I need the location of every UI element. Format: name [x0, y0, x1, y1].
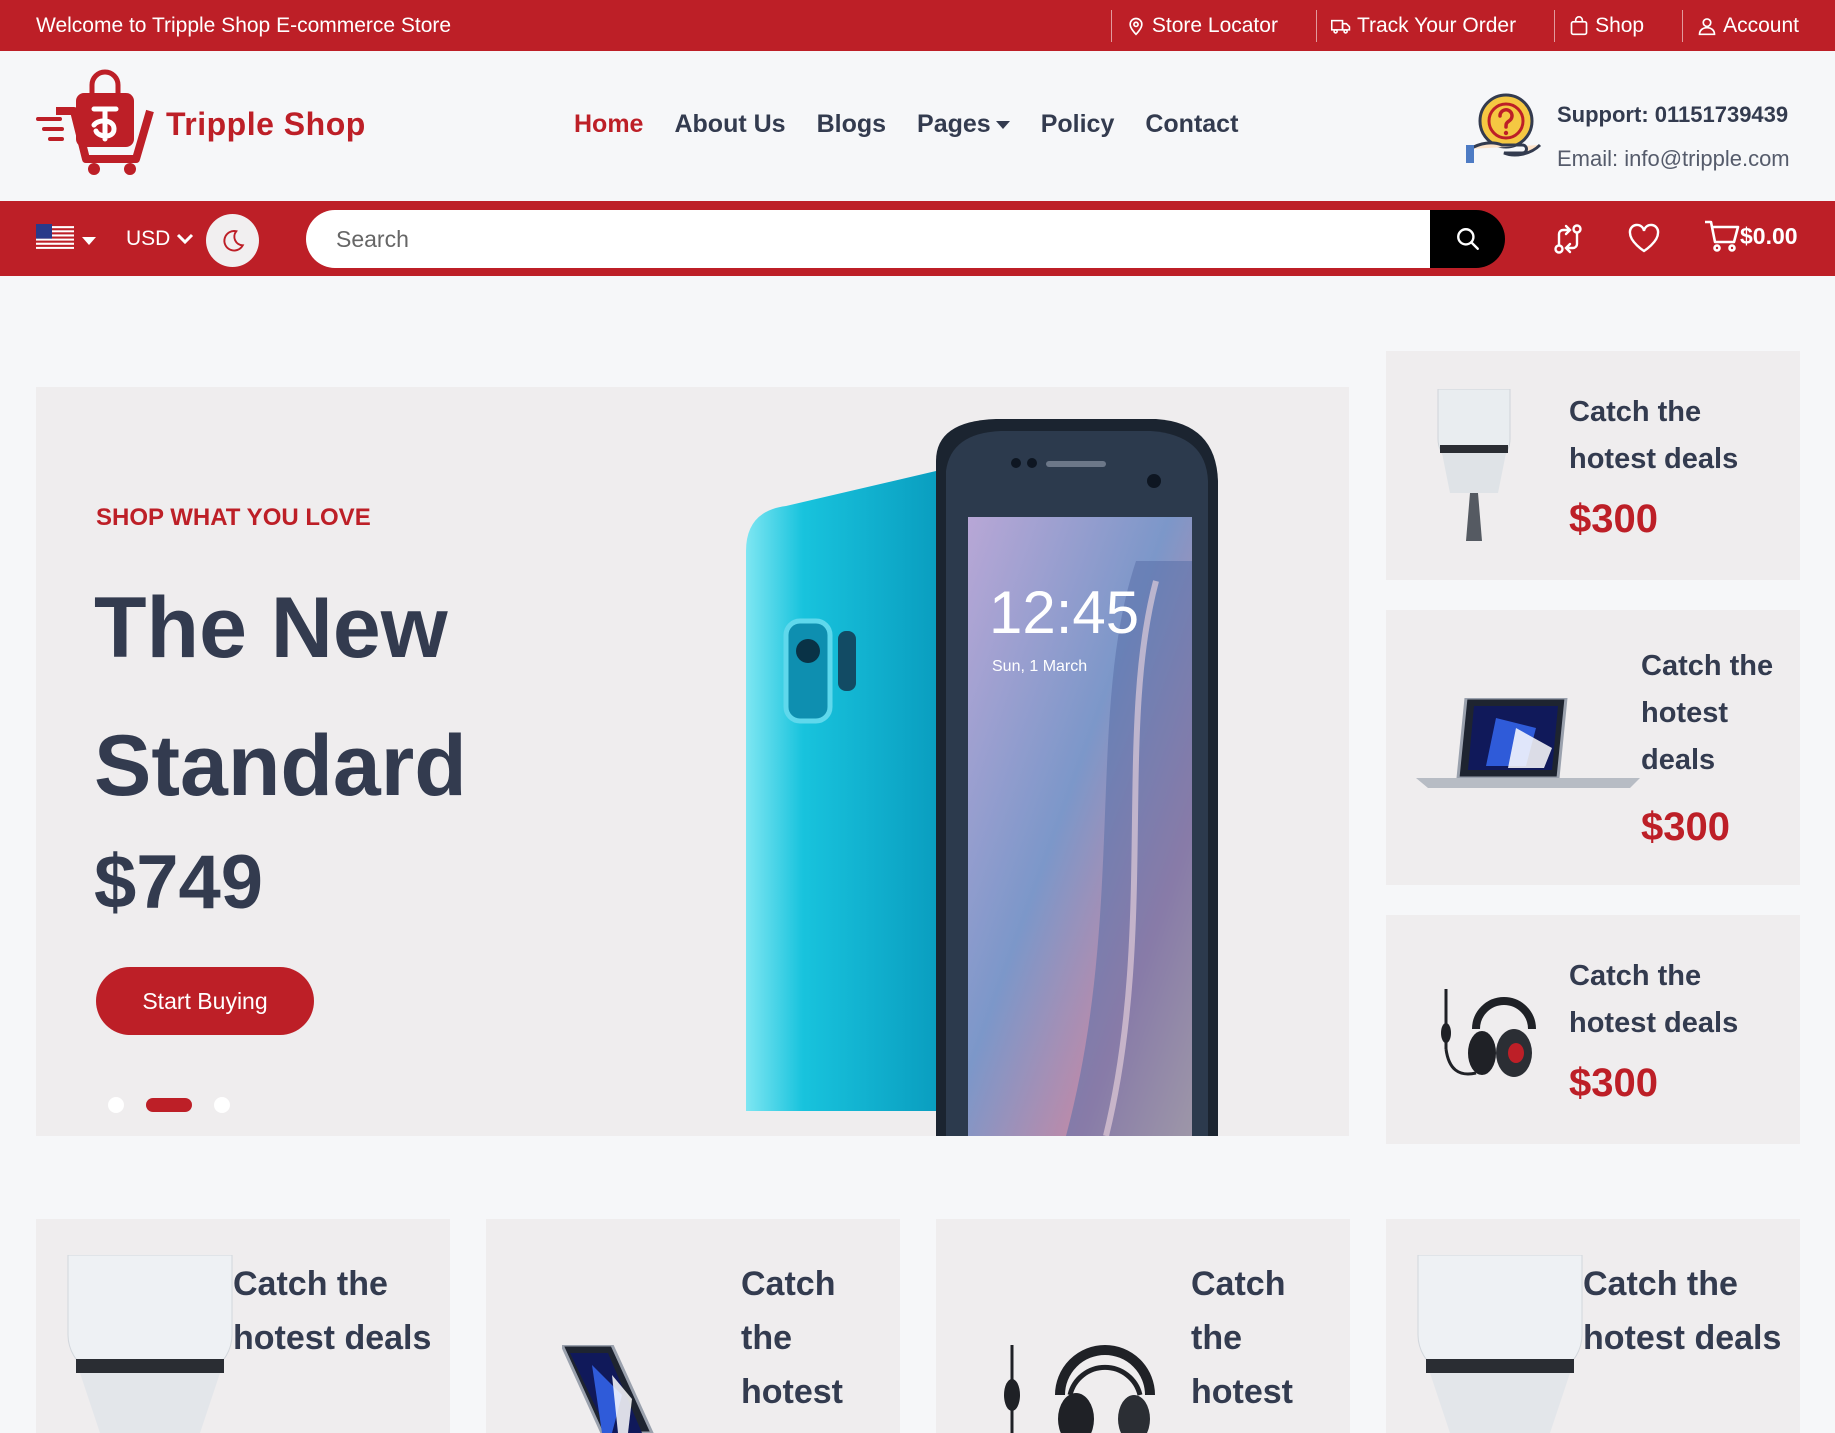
headphones-product-image	[1441, 989, 1536, 1077]
shop-link[interactable]: Shop	[1555, 14, 1682, 38]
deal-title: Catch the hotest deals	[1641, 650, 1774, 776]
search-input[interactable]	[306, 210, 1430, 268]
deal-card-laptop[interactable]: Catch the hotest deals $300	[1386, 610, 1800, 885]
phone-clock: 12:45	[989, 579, 1139, 646]
deal-card-headphones[interactable]: Catch the hotest deals $300	[1386, 915, 1800, 1144]
user-icon	[1698, 17, 1716, 35]
slider-dot-3[interactable]	[214, 1097, 230, 1113]
deal-price: $300	[1569, 497, 1658, 541]
speaker-product-image	[67, 1255, 233, 1433]
nav-contact[interactable]: Contact	[1145, 110, 1238, 139]
support-email: Email: info@tripple.com	[1557, 146, 1790, 171]
deal-title: Catch the hotest deals	[1569, 396, 1739, 475]
language-caret-icon[interactable]	[82, 237, 96, 245]
hero-price: $749	[94, 840, 264, 925]
start-buying-button[interactable]: Start Buying	[96, 967, 314, 1035]
chevron-down-icon	[995, 121, 1010, 130]
brand-logo[interactable]: Tripple Shop	[36, 69, 366, 179]
welcome-text: Welcome to Tripple Shop E-commerce Store	[36, 14, 452, 37]
search-toolbar: USD $0.00	[0, 201, 1835, 276]
shopping-bag-icon	[1570, 15, 1588, 35]
truck-icon	[1330, 19, 1351, 34]
slider-dots	[108, 1097, 230, 1113]
hero-kicker: SHOP WHAT YOU LOVE	[96, 504, 371, 531]
us-flag-icon[interactable]	[36, 224, 74, 251]
cart-icon	[1705, 220, 1740, 252]
support-phone: Support: 01151739439	[1557, 102, 1789, 127]
moon-icon	[222, 229, 244, 251]
main-nav: Home About Us Blogs Pages Policy Contact	[574, 110, 1238, 139]
dark-mode-toggle[interactable]	[206, 214, 259, 267]
brand-name: Tripple Shop	[166, 105, 366, 142]
chevron-down-icon	[177, 233, 194, 245]
promo-title: Catch the hotest deals	[233, 1265, 432, 1357]
promo-title: Catch the hotest	[741, 1265, 843, 1411]
headphones-product-image	[1004, 1345, 1155, 1433]
heart-icon[interactable]	[1627, 222, 1661, 256]
hero-slider: SHOP WHAT YOU LOVE The New Standard $749…	[36, 387, 1349, 1136]
compare-icon[interactable]	[1551, 222, 1585, 256]
top-links: Store Locator Track Your Order Shop Acco…	[1110, 0, 1799, 51]
top-bar: Welcome to Tripple Shop E-commerce Store…	[0, 0, 1835, 51]
support-help-icon	[1466, 93, 1542, 163]
laptop-product-image	[1416, 698, 1640, 788]
smartphone-product-image: 12:45 Sun, 1 March	[746, 419, 1218, 1136]
support-contact: Support: 01151739439 Email: info@tripple…	[1557, 93, 1790, 181]
deal-price: $300	[1569, 1061, 1658, 1105]
hero-title: The New Standard	[94, 580, 467, 814]
currency-selector[interactable]: USD	[126, 227, 194, 251]
account-link[interactable]: Account	[1683, 14, 1799, 38]
nav-blogs[interactable]: Blogs	[817, 110, 886, 139]
laptop-product-image	[562, 1345, 654, 1433]
nav-policy[interactable]: Policy	[1041, 110, 1115, 139]
cart-total: $0.00	[1740, 222, 1798, 249]
search-button[interactable]	[1430, 210, 1505, 268]
map-pin-icon	[1129, 17, 1143, 36]
nav-home[interactable]: Home	[574, 110, 643, 139]
promo-card-1[interactable]: Catch the hotest deals	[36, 1219, 450, 1433]
store-locator-link[interactable]: Store Locator	[1112, 14, 1316, 38]
promo-card-4[interactable]: Catch the hotest deals	[1386, 1219, 1800, 1433]
shopping-cart-logo-icon	[36, 69, 154, 175]
nav-pages[interactable]: Pages	[917, 110, 1010, 139]
promo-card-2[interactable]: Catch the hotest	[486, 1219, 900, 1433]
slider-dot-2[interactable]	[146, 1098, 192, 1112]
deal-title: Catch the hotest deals	[1569, 960, 1739, 1039]
main-header: Tripple Shop Home About Us Blogs Pages P…	[0, 51, 1835, 201]
nav-about-us[interactable]: About Us	[674, 110, 785, 139]
promo-title: Catch the hotest deals	[1583, 1265, 1782, 1357]
currency-value: USD	[126, 227, 171, 250]
slider-dot-1[interactable]	[108, 1097, 124, 1113]
cart-button[interactable]: $0.00	[1704, 219, 1798, 253]
phone-date: Sun, 1 March	[992, 658, 1087, 675]
search-icon	[1456, 228, 1479, 250]
promo-card-3[interactable]: Catch the hotest	[936, 1219, 1350, 1433]
nav-pages-label: Pages	[917, 110, 991, 138]
promo-title: Catch the hotest	[1191, 1265, 1293, 1411]
track-order-link[interactable]: Track Your Order	[1317, 14, 1554, 38]
deal-price: $300	[1641, 805, 1730, 849]
speaker-product-image	[1437, 389, 1511, 541]
speaker-product-image	[1417, 1255, 1583, 1433]
deal-card-speaker[interactable]: Catch the hotest deals $300	[1386, 351, 1800, 580]
